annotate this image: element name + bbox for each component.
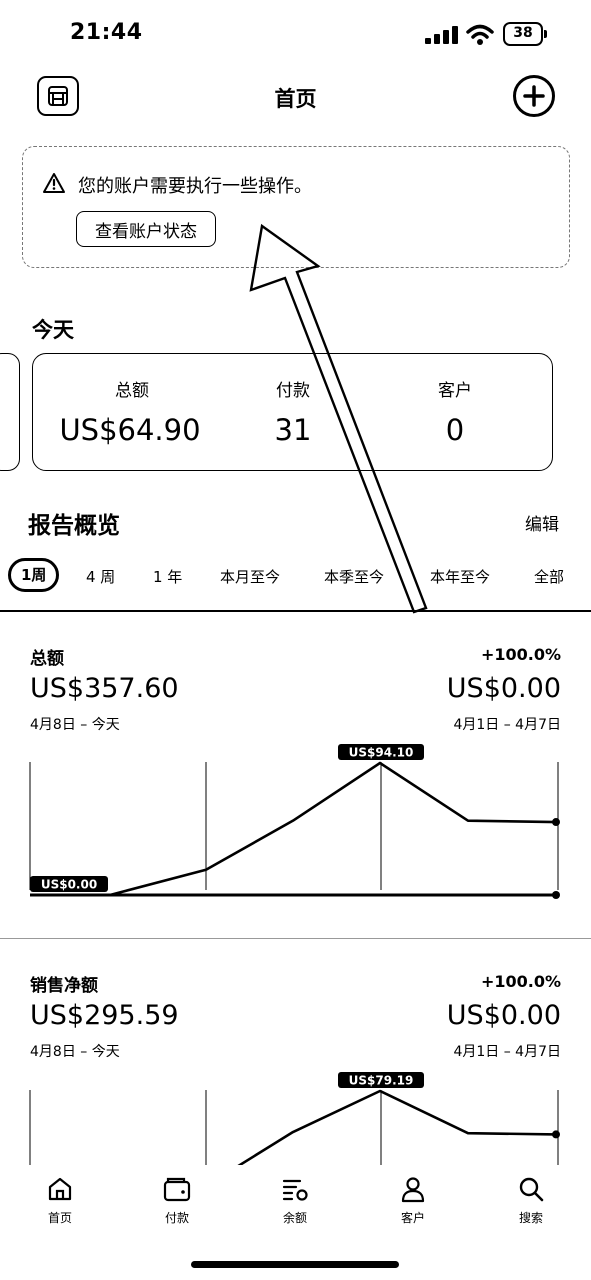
report-overview-title: 报告概览 bbox=[28, 513, 120, 539]
home-icon bbox=[48, 1177, 72, 1201]
gross-volume-previous: US$0.00 bbox=[446, 673, 561, 704]
view-account-status-button[interactable]: 查看账户状态 bbox=[76, 211, 216, 247]
person-icon bbox=[401, 1177, 425, 1203]
nav-customers-label: 客户 bbox=[400, 1211, 425, 1225]
series-line bbox=[30, 761, 557, 897]
net-sales-current-range: 4月8日 – 今天 bbox=[30, 1044, 120, 1060]
wallet-icon bbox=[163, 1177, 191, 1202]
today-title: 今天 bbox=[32, 318, 74, 342]
gross-volume-current-range: 4月8日 – 今天 bbox=[30, 717, 120, 733]
home-indicator bbox=[191, 1261, 399, 1268]
net-sales-previous: US$0.00 bbox=[446, 1000, 561, 1031]
tab-month-to-date[interactable]: 本月至今 bbox=[220, 566, 280, 587]
add-button[interactable] bbox=[513, 75, 555, 117]
battery-icon: 38 bbox=[503, 22, 547, 46]
stat-label-total: 总额 bbox=[115, 381, 149, 401]
nav-balance[interactable]: 余额 bbox=[255, 1175, 335, 1226]
net-sales-current: US$295.59 bbox=[30, 1000, 179, 1031]
today-summary-card[interactable] bbox=[32, 353, 553, 471]
net-sales-change: +100.0% bbox=[480, 972, 561, 991]
page-title: 首页 bbox=[274, 87, 317, 111]
search-icon bbox=[519, 1177, 544, 1202]
warning-icon bbox=[43, 173, 65, 193]
nav-payments-label: 付款 bbox=[164, 1211, 189, 1225]
tabs-divider bbox=[0, 610, 591, 612]
gross-volume-chart[interactable]: US$94.10 US$0.00 bbox=[0, 740, 591, 910]
series-end-point bbox=[552, 818, 560, 827]
bottom-nav: 首页 付款 余额 客户 搜索 bbox=[0, 1165, 591, 1240]
cellular-signal-icon bbox=[425, 26, 459, 44]
nav-search[interactable]: 搜索 bbox=[491, 1175, 571, 1226]
tab-4-weeks[interactable]: 4 周 bbox=[86, 566, 115, 587]
gross-volume-change: +100.0% bbox=[480, 645, 561, 664]
nav-home[interactable]: 首页 bbox=[20, 1175, 100, 1226]
tab-year-to-date[interactable]: 本年至今 bbox=[430, 566, 490, 587]
plus-icon bbox=[523, 85, 545, 107]
net-sales-chart[interactable]: US$79.19 bbox=[0, 1068, 591, 1188]
tab-quarter-to-date[interactable]: 本季至今 bbox=[324, 566, 384, 587]
nav-search-label: 搜索 bbox=[518, 1211, 543, 1225]
wifi-icon bbox=[466, 24, 494, 45]
account-alert bbox=[22, 146, 570, 268]
series-end-point bbox=[552, 1130, 560, 1139]
nav-home-label: 首页 bbox=[47, 1211, 72, 1225]
series-end-point bbox=[552, 891, 560, 899]
tab-1-year[interactable]: 1 年 bbox=[153, 566, 182, 587]
data-label: US$94.10 bbox=[349, 746, 414, 760]
nav-customers[interactable]: 客户 bbox=[373, 1175, 453, 1226]
nav-balance-label: 余额 bbox=[282, 1211, 307, 1225]
tab-1-week[interactable]: 1周 bbox=[8, 558, 60, 592]
net-sales-title: 销售净额 bbox=[30, 976, 98, 996]
stat-label-payments: 付款 bbox=[276, 381, 310, 401]
gross-volume-previous-range: 4月1日 – 4月7日 bbox=[453, 717, 561, 733]
nav-payments[interactable]: 付款 bbox=[137, 1175, 217, 1226]
balance-icon bbox=[282, 1179, 308, 1201]
alert-message: 您的账户需要执行一些操作。 bbox=[78, 176, 312, 197]
section-divider bbox=[0, 938, 591, 939]
tab-all[interactable]: 全部 bbox=[534, 566, 564, 587]
status-time: 21:44 bbox=[70, 20, 143, 45]
data-label: US$79.19 bbox=[349, 1074, 414, 1088]
edit-link[interactable]: 编辑 bbox=[525, 510, 559, 535]
data-label: US$0.00 bbox=[41, 878, 97, 892]
period-tabs: 1周 4 周 1 年 本月至今 本季至今 本年至今 全部 bbox=[0, 556, 591, 596]
stat-label-customers: 客户 bbox=[438, 381, 472, 401]
stat-value-customers: 0 bbox=[445, 413, 465, 447]
net-sales-previous-range: 4月1日 – 4月7日 bbox=[453, 1044, 561, 1060]
gross-volume-current: US$357.60 bbox=[30, 673, 179, 704]
previous-card[interactable] bbox=[0, 353, 20, 471]
gross-volume-title: 总额 bbox=[30, 649, 64, 669]
